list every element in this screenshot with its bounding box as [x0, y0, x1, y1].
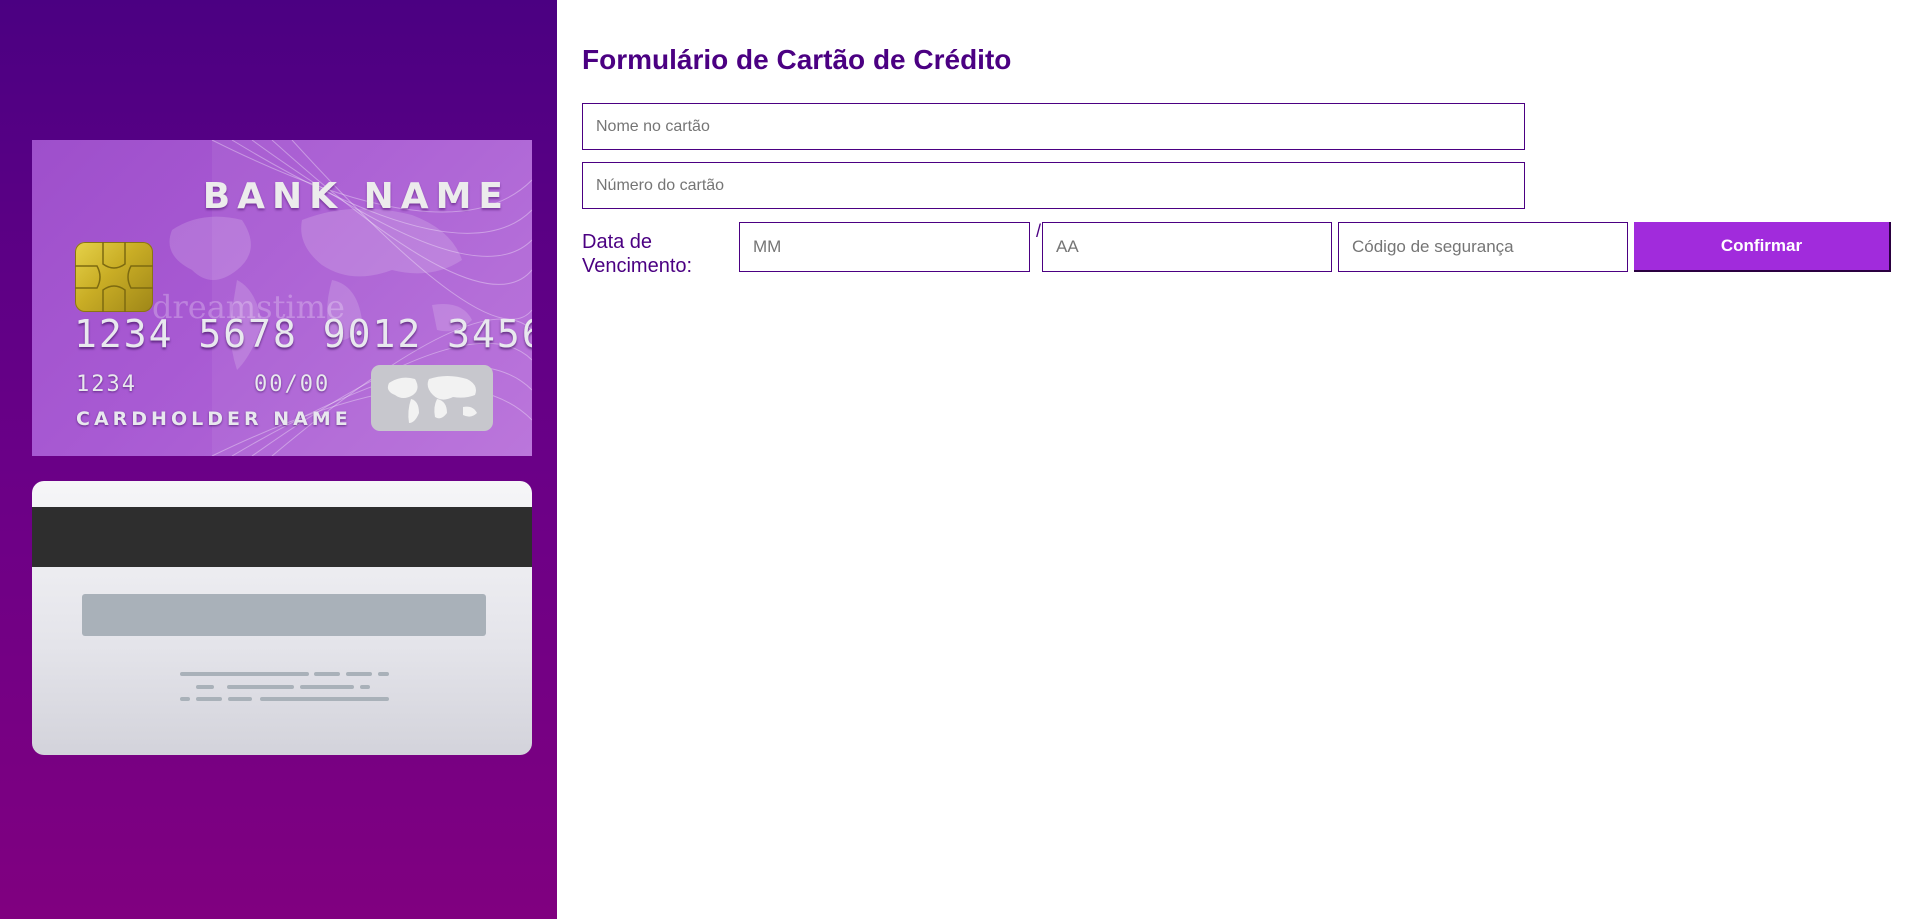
card-back-text-lines — [180, 672, 389, 701]
card-number-input[interactable] — [582, 162, 1525, 209]
expiry-year-input[interactable] — [1042, 222, 1332, 272]
card-preview-panel: BANK NAME dreamstime 1234 5678 9012 3456… — [0, 0, 557, 919]
card-number-display: 1234 5678 9012 3456 — [74, 312, 532, 356]
confirm-button[interactable]: Confirmar — [1634, 222, 1891, 272]
card-back-image — [32, 481, 532, 755]
expiry-month-input[interactable] — [739, 222, 1030, 272]
date-separator: / — [1036, 221, 1042, 241]
chip-icon — [75, 242, 153, 312]
cardholder-name-input[interactable] — [582, 103, 1525, 150]
page-title: Formulário de Cartão de Crédito — [582, 44, 1012, 75]
security-code-input[interactable] — [1338, 222, 1628, 272]
card-short-number: 1234 — [76, 372, 137, 397]
world-map-icon — [371, 365, 493, 431]
bank-name: BANK NAME — [202, 176, 510, 217]
card-front-image: BANK NAME dreamstime 1234 5678 9012 3456… — [32, 140, 532, 456]
card-expiry-display: 00/00 — [254, 372, 331, 397]
expiry-date-label: Data de Vencimento: — [582, 231, 693, 277]
cardholder-name-display: CARDHOLDER NAME — [76, 408, 352, 430]
